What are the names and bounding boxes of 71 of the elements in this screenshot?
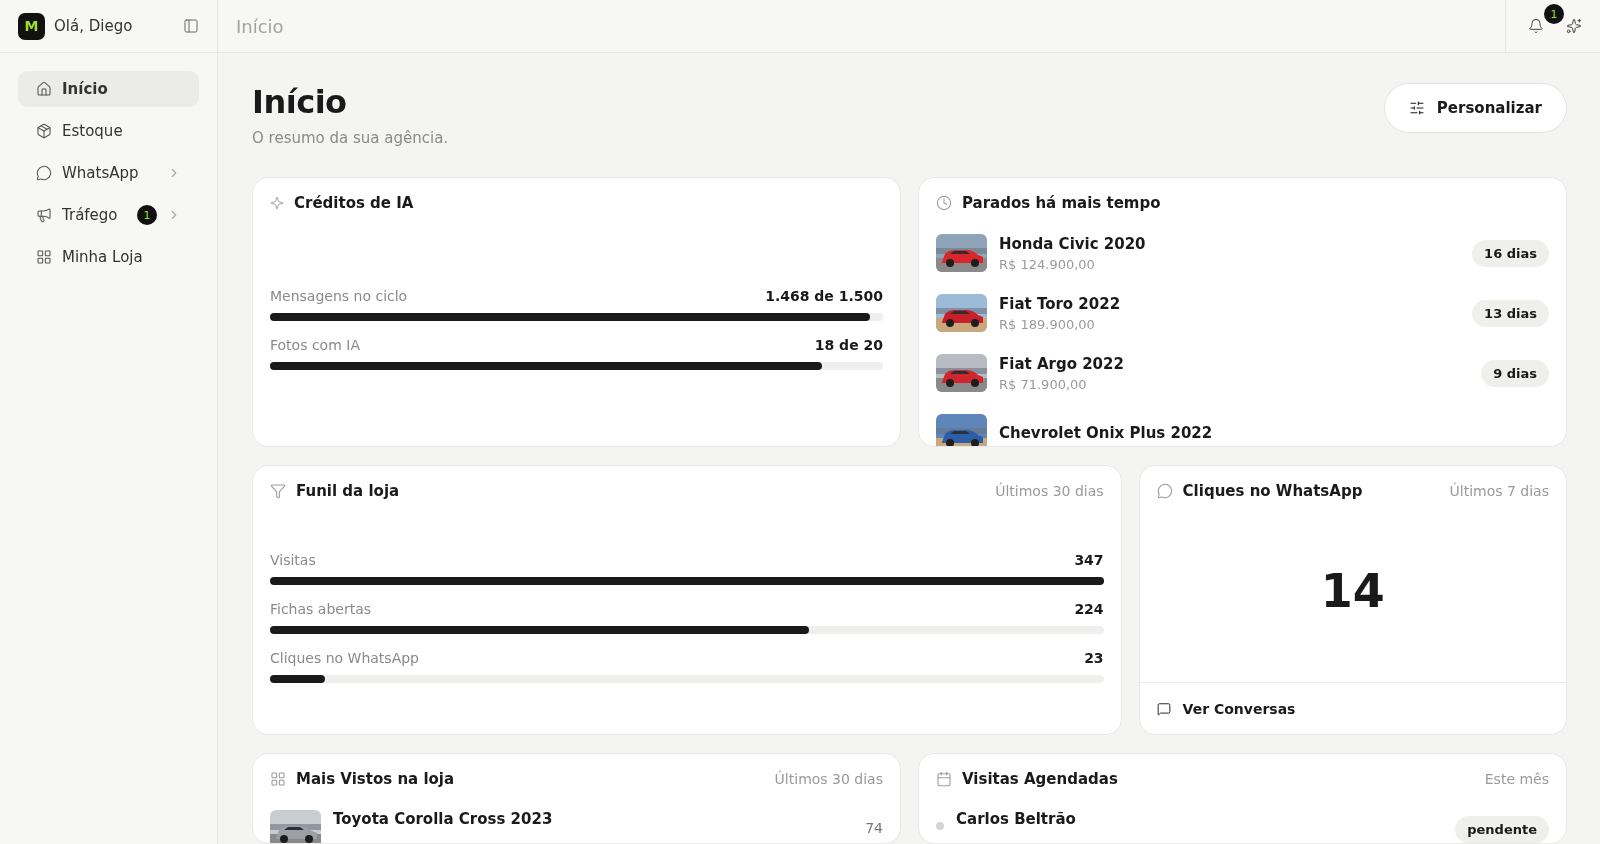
car-name: Fiat Argo 2022 <box>999 354 1125 373</box>
sidebar-item[interactable]: Tráfego 1 <box>18 197 199 233</box>
meter-label: Fotos com IA <box>270 337 360 353</box>
meter-value: 1.468 de 1.500 <box>765 288 883 304</box>
period-label: Últimos 7 dias <box>1449 483 1549 499</box>
page-title: Início <box>252 83 348 121</box>
card-title: Mais Vistos na loja <box>296 770 456 788</box>
status-dot <box>936 822 944 830</box>
car-price: R$ 189.900,00 <box>999 316 1096 332</box>
sidebar-label: WhatsApp <box>62 164 140 182</box>
meter-value: 224 <box>1074 600 1104 617</box>
conversations-link[interactable]: Ver Conversas <box>1139 682 1566 734</box>
sidebar-item[interactable]: Estoque <box>18 113 199 149</box>
sidebar-label: Tráfego <box>62 206 119 224</box>
message-icon <box>1156 701 1171 716</box>
meter-value: 347 <box>1074 551 1104 568</box>
home-icon <box>36 81 52 97</box>
days-badge: 16 dias <box>1472 239 1549 267</box>
card-title: Créditos de IA <box>294 194 415 212</box>
greeting: Olá, Diego <box>54 17 134 35</box>
calendar-icon <box>936 771 952 787</box>
meter-label: Fichas abertas <box>270 600 371 617</box>
period-label: Últimos 30 dias <box>995 483 1104 499</box>
box-icon <box>36 123 52 139</box>
sidebar-item[interactable]: WhatsApp <box>18 155 199 191</box>
chat-icon <box>1156 483 1173 499</box>
car-name: Fiat Toro 2022 <box>999 294 1122 313</box>
count-badge: 1 <box>137 205 157 225</box>
meter-label: Visitas <box>270 551 316 568</box>
click-count: 14 <box>1320 564 1385 618</box>
sidebar-item[interactable]: Início <box>18 71 199 107</box>
customize-button[interactable]: Personalizar <box>1383 83 1567 133</box>
sparkles-icon[interactable] <box>1566 18 1582 34</box>
car-price: R$ 124.900,00 <box>999 256 1096 272</box>
period-label: Este mês <box>1484 771 1549 787</box>
status-badge: pendente <box>1455 816 1549 843</box>
card-title: Parados há mais tempo <box>962 194 1162 212</box>
sidebar-item[interactable]: Minha Loja <box>18 239 199 275</box>
notifications-button[interactable] <box>1528 18 1544 34</box>
notification-badge: 1 <box>1544 4 1564 24</box>
card-title: Visitas Agendadas <box>962 770 1119 788</box>
days-badge: 9 dias <box>1481 359 1549 387</box>
sidebar-label: Minha Loja <box>62 248 144 266</box>
grid-icon <box>36 249 52 265</box>
breadcrumb: Início <box>236 15 285 37</box>
meter-value: 18 de 20 <box>814 337 883 353</box>
visitor-name: Carlos Beltrão <box>956 810 1077 828</box>
grid-icon <box>270 771 286 787</box>
logo: M <box>18 12 45 40</box>
sidebar-toggle-icon[interactable] <box>183 18 199 34</box>
filter-icon <box>270 483 286 499</box>
car-name: Honda Civic 2020 <box>999 234 1147 253</box>
chat-icon <box>36 165 52 181</box>
car-name: Chevrolet Onix Plus 2022 <box>999 424 1214 442</box>
sparkle-icon <box>270 196 284 210</box>
page-subtitle: O resumo da sua agência. <box>252 129 449 147</box>
card-title: Funil da loja <box>296 482 401 500</box>
meter-label: Cliques no WhatsApp <box>270 649 419 666</box>
meter-label: Mensagens no ciclo <box>270 288 408 304</box>
sidebar-label: Estoque <box>62 122 124 140</box>
sliders-icon <box>1408 100 1425 116</box>
megaphone-icon <box>36 207 52 223</box>
meter-value: 23 <box>1084 649 1104 666</box>
car-name: Toyota Corolla Cross 2023 <box>333 810 554 828</box>
view-count: 74 <box>865 820 883 836</box>
period-label: Últimos 30 dias <box>774 771 883 787</box>
card-title: Cliques no WhatsApp <box>1182 482 1364 500</box>
sidebar-label: Início <box>62 80 109 98</box>
car-price: R$ 71.900,00 <box>999 376 1088 392</box>
days-badge: 13 dias <box>1472 299 1549 327</box>
clock-icon <box>936 195 952 211</box>
